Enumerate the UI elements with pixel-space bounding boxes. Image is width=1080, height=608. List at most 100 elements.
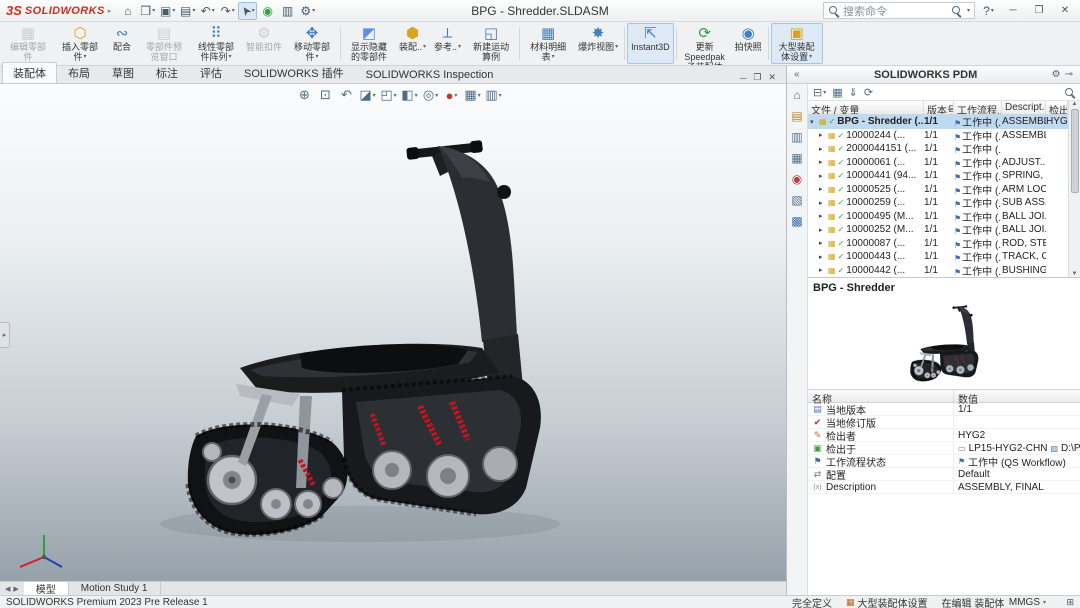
tab-sketch[interactable]: 草图 [101, 62, 145, 83]
window-close-button[interactable]: ✕ [1054, 2, 1076, 20]
scrollbar-thumb[interactable] [1071, 109, 1079, 193]
graphics-viewport[interactable]: ⊕ ⊡ ↶ ◪ ◰ ◧ ◎ ● ▦ ▥ [0, 84, 786, 581]
ribbon-button-take-snapshot[interactable]: ◉ 拍快照 [731, 23, 766, 64]
expand-arrow-icon[interactable] [819, 266, 826, 274]
ribbon-button-smart-fasteners[interactable]: ⚙ 智能扣件 [242, 23, 286, 64]
document-close-icon[interactable]: ✕ [768, 72, 776, 83]
expand-arrow-icon[interactable] [810, 118, 817, 126]
ribbon-button-insert-component[interactable]: ⬡ 插入零部件 [54, 23, 106, 64]
pdm-file-row[interactable]: ▦✓10000252 (M... 1/1 ⚑工作中 (... BALL JOI.… [808, 223, 1068, 237]
pdm-file-row[interactable]: ▦✓10000061 (... 1/1 ⚑工作中 (... ADJUST... [808, 156, 1068, 170]
pdm-file-row[interactable]: ▦✓10000443 (... 1/1 ⚑工作中 (... TRACK, C..… [808, 250, 1068, 264]
open-icon[interactable]: ❒ [138, 2, 157, 20]
ribbon-button-move-component[interactable]: ✥ 移动零部件 [286, 23, 338, 64]
expand-arrow-icon[interactable] [819, 212, 826, 220]
refresh-icon[interactable]: ⟳ [864, 86, 873, 99]
pin-icon[interactable]: ⊸ [1063, 69, 1075, 80]
ribbon-button-instant3d[interactable]: ⇱ Instant3D [627, 23, 674, 64]
tab-markup[interactable]: 标注 [145, 62, 189, 83]
tab-scroll-right-icon[interactable]: ▶ [13, 585, 18, 593]
shredder-3d-model[interactable] [0, 84, 786, 581]
window-minimize-button[interactable]: ─ [1002, 2, 1024, 20]
rebuild-icon[interactable]: ◉ [258, 2, 277, 20]
expand-arrow-icon[interactable] [819, 226, 826, 234]
custom-properties-icon[interactable]: ▧ [789, 192, 806, 208]
menu-expand-icon[interactable]: ▸ [108, 7, 112, 15]
expand-arrow-icon[interactable] [819, 172, 826, 180]
file-explorer-icon[interactable]: ▥ [789, 129, 806, 145]
pdm-file-row[interactable]: ▦✓10000525 (... 1/1 ⚑工作中 (... ARM LOC... [808, 183, 1068, 197]
ribbon-button-new-motion-study[interactable]: ◱ 新建运动算例 [465, 23, 517, 64]
file-list-scrollbar[interactable]: ▲ ▼ [1068, 101, 1080, 277]
column-file-variable[interactable]: 文件 / 变量 [808, 101, 924, 114]
ribbon-button-assembly-features[interactable]: ⬢ 装配.. [395, 23, 430, 64]
collapse-panel-icon[interactable]: « [792, 69, 802, 80]
expand-arrow-icon[interactable] [819, 131, 826, 139]
ribbon-button-large-assembly-settings[interactable]: ▣ 大型装配体设置 [771, 23, 823, 64]
status-options-icon[interactable]: ⊞ [1066, 597, 1074, 608]
options-icon[interactable]: ⚙ [298, 2, 317, 20]
help-icon[interactable]: ? [979, 2, 998, 20]
ribbon-button-update-speedpak[interactable]: ⟳ 更新 Speedpak 子装配体 [679, 23, 731, 64]
scroll-up-icon[interactable]: ▲ [1072, 101, 1078, 107]
ribbon-button-linear-pattern[interactable]: ⠿ 线性零部件阵列 [190, 23, 242, 64]
design-library-icon[interactable]: ▤ [789, 108, 806, 124]
expand-arrow-icon[interactable] [819, 199, 826, 207]
copy-tree-icon[interactable]: ▦ [832, 86, 842, 99]
column-workflow[interactable]: 工作流程... [954, 101, 1002, 114]
document-minimize-icon[interactable]: ─ [740, 73, 746, 83]
units-selector[interactable]: MMGS [1009, 597, 1046, 608]
ribbon-button-show-hidden[interactable]: ◩ 显示隐藏的零部件 [343, 23, 395, 64]
ribbon-button-reference-geometry[interactable]: ⟂ 参考.. [430, 23, 465, 64]
home-icon[interactable]: ⌂ [118, 2, 137, 20]
expand-arrow-icon[interactable] [819, 158, 826, 166]
search-scope-icon[interactable] [951, 5, 962, 16]
tab-layout[interactable]: 布局 [57, 62, 101, 83]
undo-icon[interactable]: ↶ [198, 2, 217, 20]
expand-arrow-icon[interactable] [819, 253, 826, 261]
tab-assembly[interactable]: 装配体 [2, 62, 57, 83]
pdm-file-row[interactable]: ▦✓10000244 (... 1/1 ⚑工作中 (... ASSEMBL.. [808, 129, 1068, 143]
window-maximize-button[interactable]: ❐ [1028, 2, 1050, 20]
get-version-icon[interactable]: ⇓ [849, 86, 858, 99]
expand-arrow-icon[interactable] [819, 239, 826, 247]
pdm-file-row[interactable]: ▦✓10000259 (... 1/1 ⚑工作中 (... SUB ASS... [808, 196, 1068, 210]
tab-scroll-left-icon[interactable]: ◀ [5, 585, 10, 593]
expand-arrow-icon[interactable] [819, 145, 826, 153]
ribbon-button-exploded-view[interactable]: ✸ 爆炸视图 [574, 23, 622, 64]
print-icon[interactable]: ▤ [178, 2, 197, 20]
pdm-search-icon[interactable] [1064, 87, 1075, 98]
tree-display-icon[interactable]: ⊟ [813, 86, 826, 99]
pdm-file-row[interactable]: ▦✓10000441 (94... 1/1 ⚑工作中 (... SPRING, … [808, 169, 1068, 183]
ribbon-button-component-preview[interactable]: ▤ 零部件预览窗口 [138, 23, 190, 64]
tab-evaluate[interactable]: 评估 [189, 62, 233, 83]
expand-arrow-icon[interactable] [819, 185, 826, 193]
ribbon-button-mate[interactable]: ∾ 配合 [106, 23, 138, 64]
pdm-file-row[interactable]: ▦✓BPG - Shredder (... 1/1 ⚑工作中 (... ASSE… [808, 115, 1068, 129]
save-icon[interactable]: ▣ [158, 2, 177, 20]
panel-options-icon[interactable]: ⚙ [1050, 69, 1063, 80]
tab-model[interactable]: 模型 [24, 582, 69, 595]
search-dropdown-icon[interactable] [966, 5, 970, 17]
column-version[interactable]: 版本号 [924, 101, 954, 114]
document-restore-icon[interactable]: ❐ [753, 72, 761, 83]
redo-icon[interactable]: ↷ [218, 2, 237, 20]
file-properties-icon[interactable]: ▥ [278, 2, 297, 20]
tab-solidworks-inspection[interactable]: SOLIDWORKS Inspection [355, 66, 505, 83]
view-palette-icon[interactable]: ▦ [789, 150, 806, 166]
pdm-file-row[interactable]: ▦✓10000087 (... 1/1 ⚑工作中 (... ROD, STE..… [808, 237, 1068, 251]
column-description[interactable]: Descript... [1002, 101, 1046, 114]
solidworks-resources-icon[interactable]: ⌂ [789, 87, 806, 103]
pdm-vault-icon[interactable]: ▩ [789, 213, 806, 229]
pdm-file-row[interactable]: ▦✓2000044151 (... 1/1 ⚑工作中 (... [808, 142, 1068, 156]
tab-solidworks-addins[interactable]: SOLIDWORKS 插件 [233, 62, 355, 83]
command-search-input[interactable]: 搜索命令 [823, 2, 975, 19]
ribbon-button-edit-component[interactable]: ▦ 编辑零部件 [2, 23, 54, 64]
pdm-file-row[interactable]: ▦✓10000495 (M... 1/1 ⚑工作中 (... BALL JOI.… [808, 210, 1068, 224]
column-checked-out[interactable]: 检出... [1046, 101, 1068, 114]
ribbon-button-bill-of-materials[interactable]: ▦ 材料明细表 [522, 23, 574, 64]
feature-manager-flyout-tab[interactable]: ▸ [0, 322, 10, 348]
solidworks-logo[interactable]: 3S SOLIDWORKS ▸ [4, 3, 117, 18]
pdm-file-row[interactable]: ▦✓10000442 (... 1/1 ⚑工作中 (... BUSHING... [808, 264, 1068, 278]
select-tool-icon[interactable]: ➤ [238, 2, 257, 20]
